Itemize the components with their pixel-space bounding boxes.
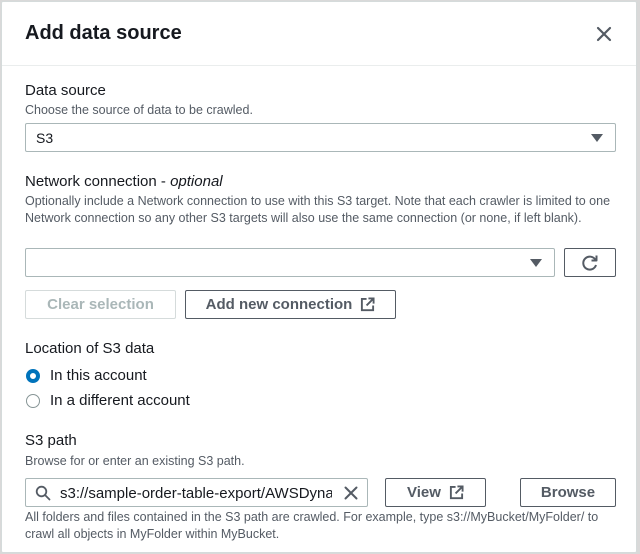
- clear-selection-label: Clear selection: [47, 296, 154, 313]
- s3-path-label: S3 path: [25, 432, 77, 449]
- radio-label-different-account: In a different account: [50, 392, 190, 409]
- caret-down-icon: [591, 134, 603, 142]
- radio-option-this-account[interactable]: In this account: [26, 367, 147, 384]
- refresh-button[interactable]: [564, 248, 616, 277]
- data-source-selected-value: S3: [36, 130, 54, 146]
- network-connection-description: Optionally include a Network connection …: [25, 194, 611, 225]
- radio-button-checked[interactable]: [26, 368, 40, 383]
- radio-label-this-account: In this account: [50, 367, 147, 384]
- data-source-select[interactable]: S3: [25, 123, 616, 152]
- radio-button[interactable]: [26, 393, 40, 408]
- data-source-description: Choose the source of data to be crawled.: [25, 103, 253, 117]
- add-new-connection-button[interactable]: Add new connection: [185, 290, 396, 319]
- add-data-source-modal: Add data source Data source Choose the s…: [1, 1, 637, 553]
- caret-down-icon: [530, 259, 542, 267]
- close-button[interactable]: [592, 22, 616, 46]
- external-link-icon: [361, 297, 375, 312]
- location-label: Location of S3 data: [25, 340, 155, 357]
- close-icon: [596, 26, 612, 42]
- add-new-connection-label: Add new connection: [205, 296, 353, 313]
- view-button[interactable]: View: [385, 478, 486, 507]
- clear-input-icon[interactable]: [343, 485, 359, 501]
- optional-label: optional: [170, 173, 223, 190]
- s3-path-input-wrapper: [25, 478, 368, 507]
- browse-button-label: Browse: [540, 484, 596, 501]
- s3-path-description: Browse for or enter an existing S3 path.: [25, 454, 245, 468]
- clear-selection-button[interactable]: Clear selection: [25, 290, 176, 319]
- data-source-label: Data source: [25, 82, 106, 99]
- browse-button[interactable]: Browse: [520, 478, 616, 507]
- view-button-label: View: [407, 484, 441, 501]
- search-icon: [35, 485, 51, 501]
- s3-path-input[interactable]: [60, 482, 332, 504]
- external-link-icon: [449, 485, 464, 500]
- s3-path-help-text: All folders and files contained in the S…: [25, 510, 599, 541]
- refresh-icon: [582, 255, 598, 271]
- modal-title: Add data source: [25, 22, 182, 44]
- modal-header: Add data source: [2, 2, 636, 66]
- network-connection-select[interactable]: [25, 248, 555, 277]
- network-connection-label-text: Network connection -: [25, 173, 171, 190]
- network-connection-label: Network connection - optional: [25, 173, 223, 190]
- radio-option-different-account[interactable]: In a different account: [26, 392, 190, 409]
